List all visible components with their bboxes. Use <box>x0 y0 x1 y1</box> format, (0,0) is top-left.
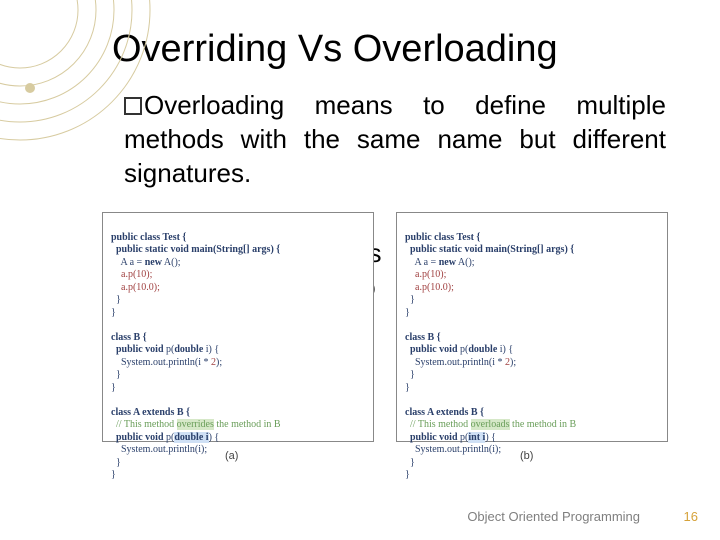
code-figure-b: public class Test { public static void m… <box>396 212 668 442</box>
bullet-square-icon <box>124 97 142 115</box>
caption-b: (b) <box>520 450 533 462</box>
param-highlight-a: double i <box>174 432 208 443</box>
code-figure-a: public class Test { public static void m… <box>102 212 374 442</box>
bullet1-prefix: Overloading <box>144 90 284 120</box>
caption-a: (a) <box>225 450 238 462</box>
overloads-highlight: overloads <box>471 419 510 430</box>
footer-text: Object Oriented Programming <box>467 509 640 524</box>
slide-number: 16 <box>684 509 698 524</box>
overrides-highlight: overrides <box>177 419 214 430</box>
slide-title: Overriding Vs Overloading <box>0 0 720 81</box>
body-text: Overloading means to define multiple met… <box>0 81 720 190</box>
param-highlight-b: int i <box>468 432 485 443</box>
